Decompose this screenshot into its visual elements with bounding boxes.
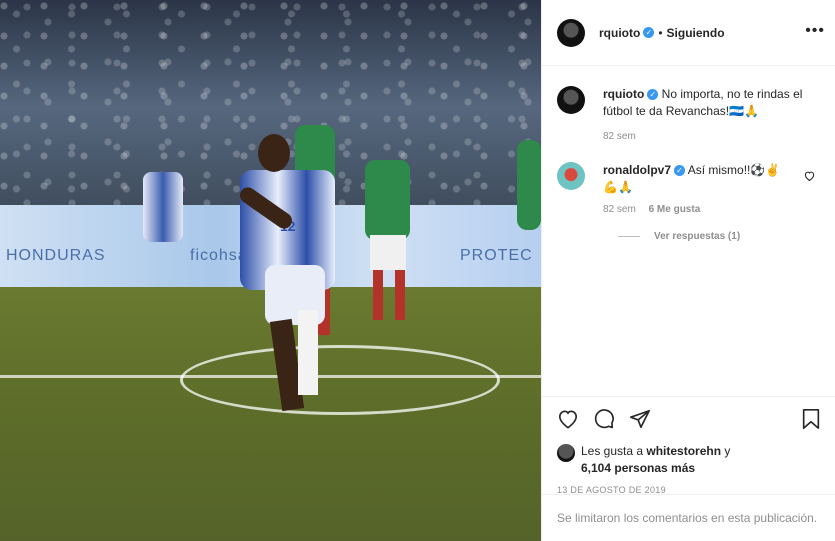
comment-body: ronaldolpv7 ✓ Así mismo!!⚽✌️💪🙏	[603, 162, 788, 196]
post-photo[interactable]: HONDURAS ficohsa PROTEC 12	[0, 0, 541, 541]
liker-username[interactable]: whitestorehn	[646, 444, 721, 458]
author-avatar[interactable]	[557, 18, 585, 47]
player-green-2-shorts	[370, 235, 406, 270]
verified-badge-icon: ✓	[643, 27, 655, 38]
more-options-icon[interactable]: •••	[805, 22, 825, 40]
author-username[interactable]: rquioto	[599, 26, 640, 40]
view-replies-label: Ver respuestas (1)	[654, 231, 741, 242]
view-replies-button[interactable]: Ver respuestas (1)	[618, 231, 819, 242]
comment-like-icon[interactable]	[804, 171, 815, 184]
comment-time[interactable]: 82 sem	[603, 204, 636, 215]
main-player-head	[258, 134, 290, 172]
player-green-2	[365, 160, 410, 240]
main-player-sock	[298, 310, 318, 395]
banner-text-left: HONDURAS	[6, 247, 106, 264]
following-button[interactable]: Siguiendo	[667, 26, 725, 40]
post-actions: Les gusta a whitestorehn y 6,104 persona…	[542, 396, 835, 495]
player-green-edge	[517, 140, 541, 230]
player-green-2-sock-left	[373, 270, 383, 320]
comments-limited-notice: Se limitaron los comentarios en esta pub…	[542, 494, 835, 541]
verified-badge-icon: ✓	[674, 165, 686, 177]
commenter-username[interactable]: ronaldolpv7	[603, 163, 671, 177]
likes-others[interactable]: 6,104 personas más	[581, 461, 695, 475]
post-header: rquioto ✓ • Siguiendo •••	[542, 0, 835, 66]
pitch-line	[0, 375, 541, 378]
liker-avatar[interactable]	[557, 444, 575, 462]
replies-line	[618, 236, 640, 237]
caption-author-avatar[interactable]	[557, 86, 585, 114]
caption-meta: 82 sem	[603, 131, 803, 142]
share-icon[interactable]	[629, 408, 651, 430]
comment-icon[interactable]	[593, 408, 615, 430]
action-icons	[557, 407, 821, 431]
commenter-avatar[interactable]	[557, 162, 585, 190]
separator-dot: •	[658, 25, 663, 40]
banner-text-right: PROTEC	[460, 247, 533, 264]
comment-item: ronaldolpv7 ✓ Así mismo!!⚽✌️💪🙏 82 sem 6 M…	[557, 162, 819, 215]
post-side-panel: rquioto ✓ • Siguiendo ••• rquioto ✓ No im…	[541, 0, 835, 541]
caption-username[interactable]: rquioto	[603, 87, 644, 101]
bookmark-icon[interactable]	[801, 408, 821, 430]
heart-icon[interactable]	[557, 409, 579, 429]
caption: rquioto ✓ No importa, no te rindas el fút…	[557, 86, 819, 142]
comment-meta: 82 sem 6 Me gusta	[603, 204, 788, 215]
caption-time[interactable]: 82 sem	[603, 131, 636, 142]
comments-section: rquioto ✓ No importa, no te rindas el fút…	[542, 66, 835, 397]
verified-badge-icon: ✓	[647, 89, 659, 101]
player-green-2-sock-right	[395, 270, 405, 320]
likes-connector: y	[724, 444, 731, 458]
pitch-center-circle	[180, 345, 500, 415]
likes-summary: Les gusta a whitestorehn y 6,104 persona…	[581, 443, 730, 477]
liked-by: Les gusta a whitestorehn y 6,104 persona…	[557, 443, 821, 477]
likes-prefix: Les gusta a	[581, 444, 644, 458]
player-white-bg	[143, 172, 183, 242]
caption-body: rquioto ✓ No importa, no te rindas el fút…	[603, 86, 803, 120]
comment-likes[interactable]: 6 Me gusta	[649, 204, 701, 215]
